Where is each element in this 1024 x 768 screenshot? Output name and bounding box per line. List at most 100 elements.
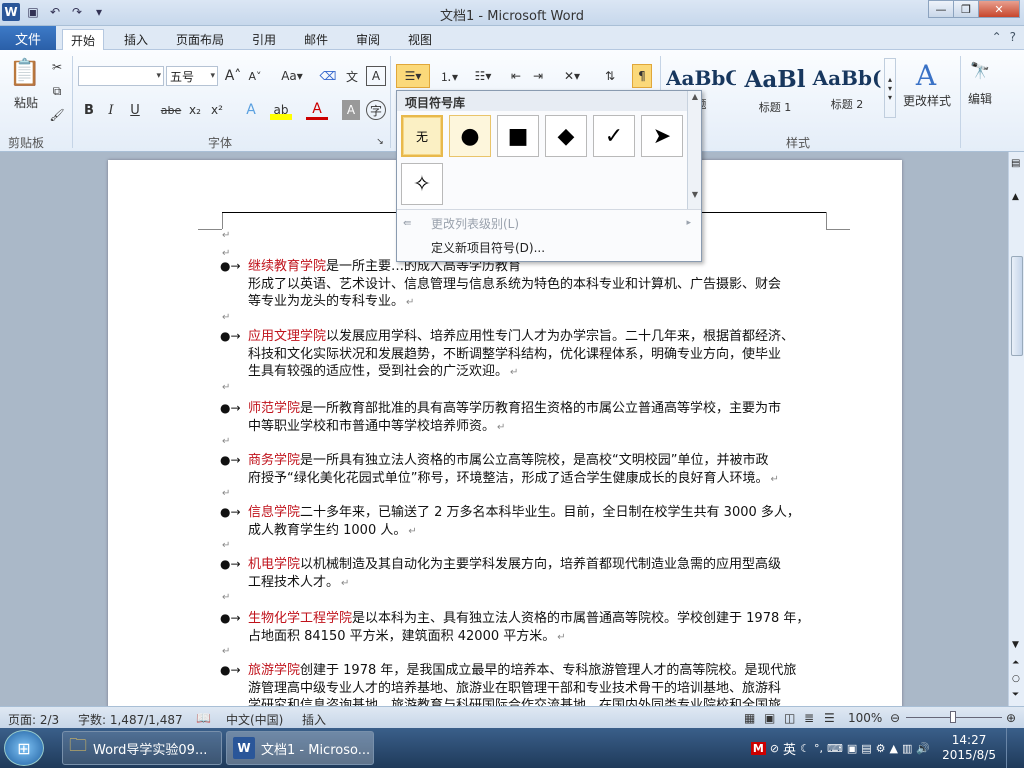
volume-icon[interactable]: 🔊 [916,742,930,755]
proofing-icon[interactable]: 📖 [196,711,211,725]
font-name-combo[interactable]: ▾ [78,66,164,86]
scroll-up-icon[interactable]: ▲ [1012,192,1019,202]
cut-icon[interactable]: ✂ [48,58,66,76]
list-item[interactable]: ●→ 应用文理学院以发展应用学科、培养应用性专门人才为办学宗旨。二十几年来，根据… [220,328,828,382]
bullet-none-option[interactable]: 无 [401,115,443,157]
scroll-up-icon[interactable]: ▲ [689,92,701,104]
zoom-out-icon[interactable]: ⊖ [890,711,900,725]
list-item[interactable]: ●→ 继续教育学院是一所主要…的成人高等学历教育 形成了以英语、艺术设计、信息管… [220,258,828,312]
format-painter-icon[interactable]: 🖌 [48,106,66,124]
list-item[interactable]: ●→ 商务学院是一所具有独立法人资格的市属公立高等院校，是高校“文明校园”单位，… [220,452,828,488]
clear-format-icon[interactable]: ⌫ [318,66,338,86]
list-item[interactable]: ●→ 机电学院以机械制造及其自动化为主要学科发展方向，培养首都现代制造业急需的应… [220,556,828,592]
minimize-ribbon-icon[interactable]: ⌃ [992,30,1002,44]
full-screen-icon[interactable]: ▣ [764,711,775,725]
dropdown-scrollbar[interactable]: ▲ ▼ [687,91,701,209]
editing-button[interactable]: 编辑 [962,90,998,106]
print-layout-icon[interactable]: ▦ [744,711,755,725]
ime-tools-icon[interactable]: ▤ [861,742,871,755]
char-border-icon[interactable]: A [366,66,386,86]
list-item[interactable]: ●→ 生物化学工程学院是以本科为主、具有独立法人资格的市属普通高等院校。学校创建… [220,610,828,646]
text-effects-icon[interactable]: A [240,100,262,120]
network-icon[interactable]: ▥ [902,742,912,755]
define-new-bullet-item[interactable]: 定义新项目符号(D)... [397,235,701,259]
bullets-button[interactable]: ☰▾ [396,64,430,88]
paste-icon[interactable]: 📋 [8,56,42,90]
ime-language[interactable]: 英 [783,739,796,758]
list-item[interactable]: ●→ 师范学院是一所教育部批准的具有高等学历教育招生资格的市属公立普通高等学校，… [220,400,828,436]
browse-object-icon[interactable]: ○ [1012,674,1020,684]
change-styles-button[interactable]: 更改样式 [898,92,956,108]
scroll-down-icon[interactable]: ▼ [689,190,701,202]
scroll-thumb[interactable] [1011,256,1023,356]
increase-indent-icon[interactable]: ⇥ [528,64,548,88]
language[interactable]: 中文(中国) [226,711,283,728]
sort-icon[interactable]: ⇅ [600,64,620,88]
ruler-toggle-icon[interactable]: ▤ [1011,158,1020,169]
font-dialog-launcher-icon[interactable]: ↘ [374,136,386,148]
tab-home[interactable]: 开始 [62,29,105,50]
strikethrough-button[interactable]: abe [160,100,182,120]
bullet-circle-option[interactable]: ● [449,115,491,157]
copy-icon[interactable]: ⧉ [48,82,66,100]
change-list-level-item[interactable]: ⇚ 更改列表级别(L) ▸ [397,211,701,235]
outline-icon[interactable]: ≣ [804,711,814,725]
superscript-button[interactable]: x² [208,100,226,120]
insert-mode[interactable]: 插入 [302,711,326,728]
next-page-icon[interactable]: ⏷ [1012,690,1019,700]
ime-skin-icon[interactable]: ▣ [847,742,857,755]
start-button[interactable]: ⊞ [4,730,44,766]
page-count[interactable]: 页面: 2/3 [8,711,59,728]
taskbar-item-word[interactable]: W 文档1 - Microso... [226,731,374,765]
tab-references[interactable]: 引用 [244,29,284,50]
help-icon[interactable]: ? [1010,30,1016,44]
zoom-level[interactable]: 100% [848,711,882,725]
ime-block-icon[interactable]: ⊘ [770,742,779,755]
style-heading-1[interactable]: AaBl 标题 1 [740,58,810,118]
paste-button[interactable]: 粘贴 [6,94,46,110]
change-styles-icon[interactable]: A [906,58,946,92]
bullet-star-option[interactable]: ✧ [401,163,443,205]
prev-page-icon[interactable]: ⏶ [1012,658,1019,668]
tab-page-layout[interactable]: 页面布局 [168,29,232,50]
ime-moon-icon[interactable]: ☾ [800,742,810,755]
ime-settings-icon[interactable]: ⚙ [876,742,886,755]
bold-button[interactable]: B [80,100,98,120]
tab-file[interactable]: 文件 [0,26,56,50]
tab-review[interactable]: 审阅 [348,29,388,50]
scroll-down-icon[interactable]: ▼ [1012,640,1019,650]
change-case-button[interactable]: Aa ▾ [278,66,306,86]
web-layout-icon[interactable]: ◫ [784,711,795,725]
tab-view[interactable]: 视图 [400,29,440,50]
zoom-in-icon[interactable]: ⊕ [1006,711,1016,725]
clock[interactable]: 14:27 2015/8/5 [942,733,996,763]
subscript-button[interactable]: x₂ [186,100,204,120]
word-count[interactable]: 字数: 1,487/1,487 [78,711,183,728]
phonetic-guide-icon[interactable]: 文 [342,66,362,86]
italic-button[interactable]: I [102,100,120,120]
bullet-square-option[interactable]: ■ [497,115,539,157]
styles-scroll[interactable]: ▴ ▾ ▾ [884,58,896,118]
show-marks-icon[interactable]: ¶ [632,64,652,88]
zoom-slider-thumb[interactable] [950,711,956,723]
style-heading-2[interactable]: AaBb( 标题 2 [812,58,882,118]
grow-font-button[interactable]: A ˄ [224,66,242,86]
ime-m-icon[interactable]: M [750,741,766,755]
keyboard-icon[interactable]: ⌨ [827,742,843,755]
taskbar-item-explorer[interactable]: 🗀 Word导学实验09... [62,731,222,765]
enclose-char-icon[interactable]: 字 [366,100,386,120]
decrease-indent-icon[interactable]: ⇤ [506,64,526,88]
show-desktop-button[interactable] [1006,728,1018,768]
bullet-arrow-option[interactable]: ➤ [641,115,683,157]
tab-insert[interactable]: 插入 [116,29,156,50]
find-icon[interactable]: 🔭 [968,58,992,82]
highlight-icon[interactable]: ab [270,100,292,120]
list-item[interactable]: ●→ 旅游学院创建于 1978 年，是我国成立最早的培养本、专科旅游管理人才的高… [220,662,828,706]
close-button[interactable]: ✕ [978,0,1020,18]
shrink-font-button[interactable]: A ˅ [246,66,264,86]
show-hidden-icons[interactable]: ▲ [890,742,898,755]
multilevel-list-icon[interactable]: ☷▾ [468,64,498,88]
bullet-check-option[interactable]: ✓ [593,115,635,157]
list-item[interactable]: ●→ 信息学院二十多年来，已输送了 2 万多名本科毕业生。目前，全日制在校学生共… [220,504,828,540]
vertical-scrollbar[interactable]: ▤ ▲ ▼ ⏶ ○ ⏷ [1008,152,1024,706]
